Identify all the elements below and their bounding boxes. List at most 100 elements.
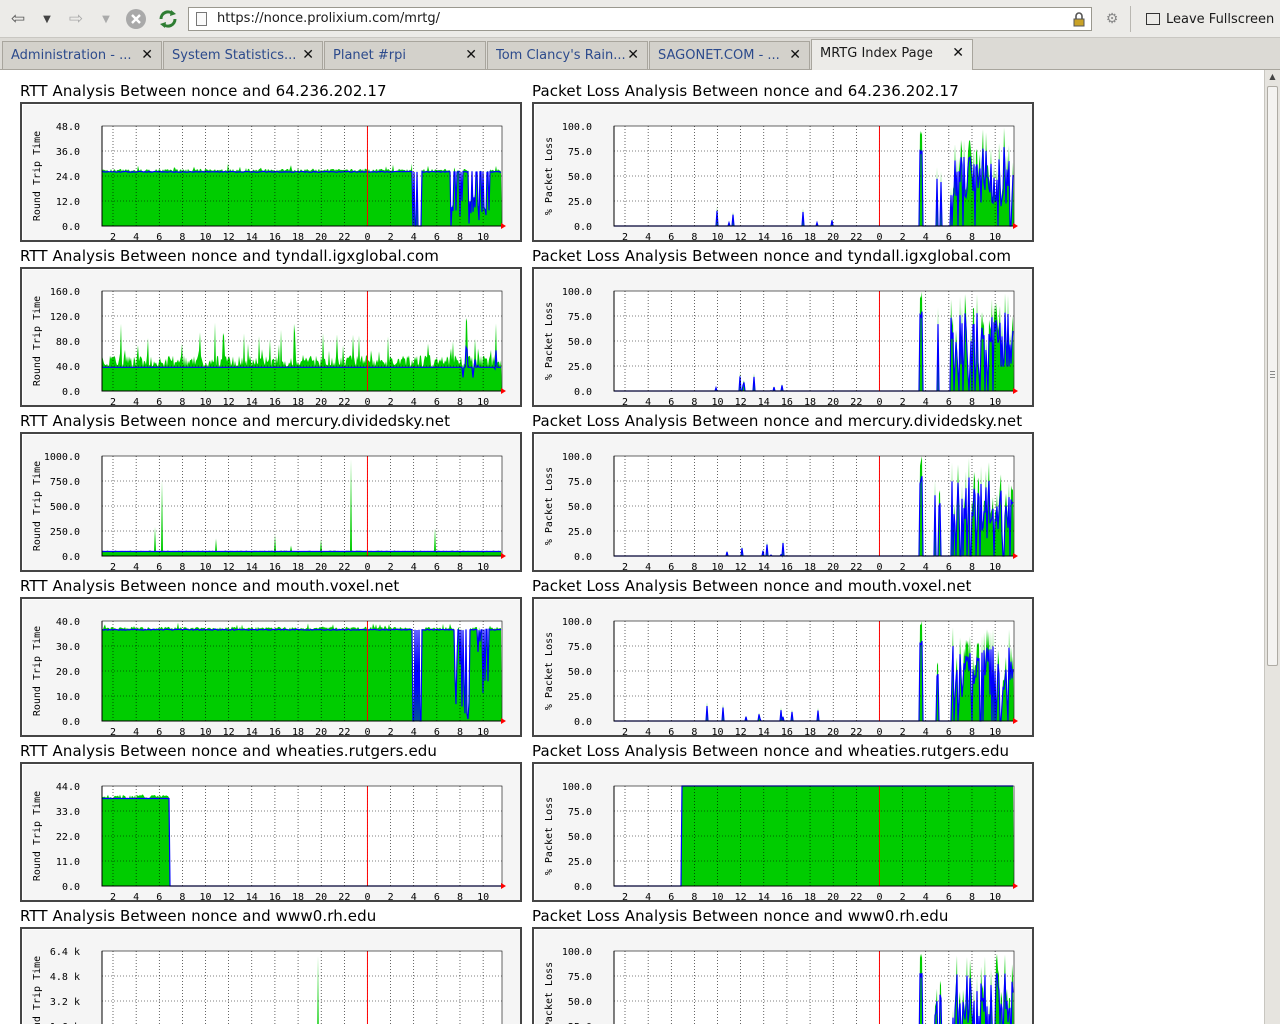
back-history-icon[interactable]: ▼ xyxy=(40,10,54,28)
x-tick-label: 14 xyxy=(246,892,258,900)
y-tick-label: 100.0 xyxy=(562,947,592,958)
x-tick-label: 10 xyxy=(200,562,212,570)
x-tick-label: 14 xyxy=(246,232,258,240)
y-tick-label: 75.0 xyxy=(568,312,592,323)
x-tick-label: 2 xyxy=(900,727,906,735)
y-axis-label: Round Trip Time xyxy=(32,626,43,716)
stop-icon[interactable] xyxy=(124,7,148,31)
url-bar[interactable]: https://nonce.prolixium.com/mrtg/ xyxy=(188,7,1092,31)
close-icon[interactable]: ✕ xyxy=(141,47,153,63)
x-tick-label: 14 xyxy=(758,397,770,405)
graph-title: Packet Loss Analysis Between nonce and m… xyxy=(532,412,1023,430)
y-tick-label: 0.0 xyxy=(574,882,592,893)
forward-icon[interactable]: ⇨ xyxy=(64,7,88,31)
rtt-graph[interactable]: 2 4 6 8 10 12 14 16 18 20 22 0 2 4 6 8 10 0.0 40.0 80.0 120.… xyxy=(20,267,522,407)
tab-label: Administration - ... xyxy=(11,48,132,63)
close-icon[interactable]: ✕ xyxy=(627,47,639,63)
y-tick-label: 75.0 xyxy=(568,642,592,653)
x-tick-label: 16 xyxy=(269,727,281,735)
y-tick-label: 75.0 xyxy=(568,147,592,158)
x-tick-label: 6 xyxy=(434,232,440,240)
x-tick-label: 18 xyxy=(292,397,304,405)
x-tick-label: 4 xyxy=(411,892,417,900)
close-icon[interactable]: ✕ xyxy=(302,47,314,63)
graph-title: RTT Analysis Between nonce and wheaties.… xyxy=(20,742,438,760)
vertical-scrollbar[interactable]: ▲ xyxy=(1264,70,1280,1024)
scrollbar-thumb[interactable] xyxy=(1267,86,1278,666)
x-tick-label: 20 xyxy=(827,562,839,570)
x-tick-label: 0 xyxy=(876,727,882,735)
tab-tom-clancy[interactable]: Tom Clancy's Rain... ✕ xyxy=(487,41,648,69)
axis-arrow-icon xyxy=(1013,553,1018,559)
tab-system-statistics[interactable]: System Statistics... ✕ xyxy=(163,41,323,69)
x-tick-label: 18 xyxy=(804,232,816,240)
close-icon[interactable]: ✕ xyxy=(465,47,477,63)
x-tick-label: 8 xyxy=(691,727,697,735)
packet-loss-graph[interactable]: 2 4 6 8 10 12 14 16 18 20 22 0 2 4 6 8 10 0.0 25.0 50.0 75.0… xyxy=(532,102,1034,242)
close-icon[interactable]: ✕ xyxy=(952,45,964,61)
rtt-graph[interactable]: 24681012141618202202468101.6 k3.2 k4.8 k… xyxy=(20,927,522,1024)
x-tick-label: 4 xyxy=(923,562,929,570)
y-tick-label: 50.0 xyxy=(568,667,592,678)
x-tick-label: 10 xyxy=(712,892,724,900)
x-tick-label: 6 xyxy=(156,232,162,240)
x-tick-label: 2 xyxy=(110,232,116,240)
rtt-graph[interactable]: 2 4 6 8 10 12 14 16 18 20 22 0 2 4 6 8 10 0.0 11.0 22.0 33.0… xyxy=(20,762,522,902)
tab-mrtg-index[interactable]: MRTG Index Page ✕ xyxy=(811,39,973,70)
lock-icon[interactable] xyxy=(1073,12,1085,27)
x-tick-label: 12 xyxy=(223,892,235,900)
graph-svg: 2 4 6 8 10 12 14 16 18 20 22 0 2 4 6 8 100.025.050.075.0… xyxy=(544,122,1018,240)
x-tick-label: 6 xyxy=(946,727,952,735)
tab-planet-rpi[interactable]: Planet #rpi ✕ xyxy=(324,41,486,69)
tab-label: Planet #rpi xyxy=(333,48,406,63)
graph-svg: 2 4 6 8 10 12 14 16 18 20 22 0 2 4 6 8 10 0.0 11.0 22.0 33.0… xyxy=(32,782,506,900)
browser-toolbar: ⇦ ▼ ⇨ ▼ https://nonce.prolixium.com/mrtg… xyxy=(0,0,1280,38)
y-tick-label: 0.0 xyxy=(62,552,80,563)
extension-icon[interactable]: ⚙ xyxy=(1100,7,1124,31)
packet-loss-graph[interactable]: 246810121416182022024681025.050.075.0100… xyxy=(532,927,1034,1024)
y-tick-label: 0.0 xyxy=(574,717,592,728)
x-tick-label: 4 xyxy=(923,727,929,735)
y-tick-label: 100.0 xyxy=(562,617,592,628)
x-tick-label: 4 xyxy=(133,727,139,735)
x-tick-label: 16 xyxy=(781,562,793,570)
close-icon[interactable]: ✕ xyxy=(789,47,801,63)
rtt-graph[interactable]: 2 4 6 8 10 12 14 16 18 20 22 0 2 4 6 8 10 0.0 12.0 24.0 36.0… xyxy=(20,102,522,242)
x-tick-label: 10 xyxy=(477,892,489,900)
x-tick-label: 0 xyxy=(876,232,882,240)
series-area xyxy=(102,622,502,721)
x-tick-label: 18 xyxy=(804,397,816,405)
tab-administration[interactable]: Administration - ... ✕ xyxy=(2,41,162,69)
x-tick-label: 16 xyxy=(781,397,793,405)
x-tick-label: 2 xyxy=(622,232,628,240)
packet-loss-graph[interactable]: 2 4 6 8 10 12 14 16 18 20 22 0 2 4 6 8 10 0.0 25.0 50.0 75.0… xyxy=(532,597,1034,737)
rtt-graph[interactable]: 2 4 6 8 10 12 14 16 18 20 22 0 2 4 6 8 10 0.0 10.0 20.0 30.0… xyxy=(20,597,522,737)
x-tick-label: 14 xyxy=(758,232,770,240)
x-tick-label: 10 xyxy=(712,232,724,240)
y-tick-label: 25.0 xyxy=(568,527,592,538)
y-tick-label: 75.0 xyxy=(568,807,592,818)
y-tick-label: 30.0 xyxy=(56,642,80,653)
packet-loss-graph[interactable]: 2 4 6 8 10 12 14 16 18 20 22 0 2 4 6 8 10 0.0 25.0 50.0 75.0… xyxy=(532,762,1034,902)
y-tick-label: 12.0 xyxy=(56,197,80,208)
axis-arrow-icon xyxy=(501,223,506,229)
graph-title: Packet Loss Analysis Between nonce and t… xyxy=(532,247,1012,265)
graph-title: RTT Analysis Between nonce and www0.rh.e… xyxy=(20,907,377,925)
x-tick-label: 4 xyxy=(923,397,929,405)
x-tick-label: 10 xyxy=(989,727,1001,735)
scroll-up-icon[interactable]: ▲ xyxy=(1267,72,1278,83)
graph-title: RTT Analysis Between nonce and mercury.d… xyxy=(20,412,451,430)
leave-fullscreen-button[interactable]: Leave Fullscreen xyxy=(1146,9,1274,29)
tab-sagonet[interactable]: SAGONET.COM - ... ✕ xyxy=(649,41,810,69)
y-tick-label: 3.2 k xyxy=(50,997,80,1008)
packet-loss-graph[interactable]: 2 4 6 8 10 12 14 16 18 20 22 0 2 4 6 8 10 0.0 25.0 50.0 75.0… xyxy=(532,267,1034,407)
y-tick-label: 120.0 xyxy=(50,312,80,323)
forward-history-icon[interactable]: ▼ xyxy=(99,10,113,28)
rtt-graph[interactable]: 2 4 6 8 10 12 14 16 18 20 22 0 2 4 6 8 10 0.0 250.0 500.0 75… xyxy=(20,432,522,572)
packet-loss-graph[interactable]: 2 4 6 8 10 12 14 16 18 20 22 0 2 4 6 8 10 0.0 25.0 50.0 75.0… xyxy=(532,432,1034,572)
x-tick-label: 2 xyxy=(900,397,906,405)
reload-icon[interactable] xyxy=(156,7,180,31)
back-icon[interactable]: ⇦ xyxy=(6,7,30,31)
y-axis-label: % Packet Loss xyxy=(544,797,555,875)
x-tick-label: 6 xyxy=(434,562,440,570)
